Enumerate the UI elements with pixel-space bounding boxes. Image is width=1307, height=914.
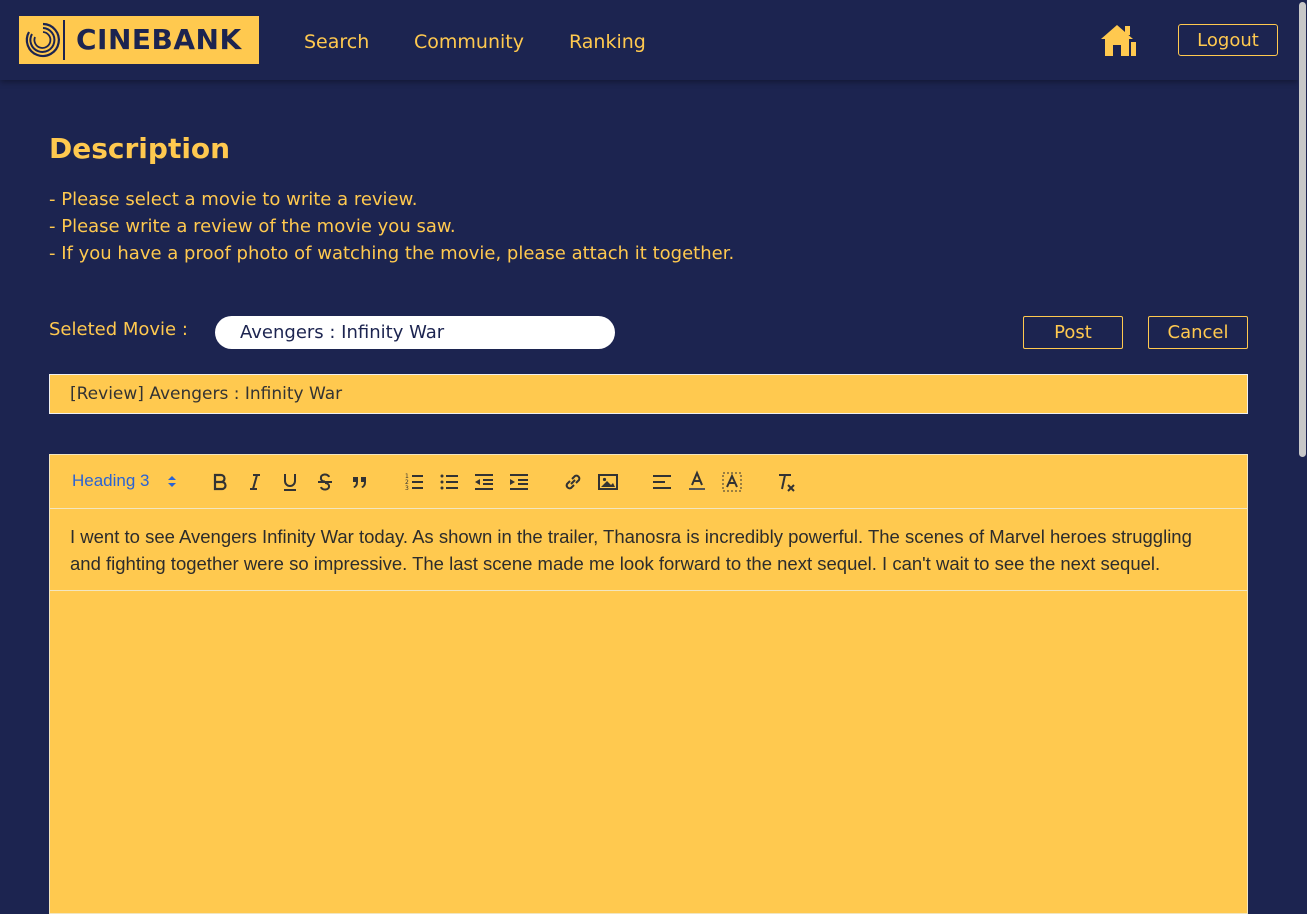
- bullet-list-icon[interactable]: [437, 470, 461, 494]
- logo-swirl-icon: [23, 20, 65, 60]
- select-arrows-icon: [168, 476, 176, 487]
- description-line: - Please write a review of the movie you…: [49, 216, 456, 237]
- text-color-icon[interactable]: [685, 470, 709, 494]
- post-button[interactable]: Post: [1023, 316, 1123, 349]
- logo-text: CINEBANK: [76, 23, 242, 56]
- ordered-list-icon[interactable]: 1 2 3: [402, 470, 426, 494]
- logout-button[interactable]: Logout: [1178, 24, 1278, 56]
- rich-text-editor: Heading 3 1 2 3 I went to see Avengers I…: [49, 454, 1248, 914]
- bold-icon[interactable]: [208, 470, 232, 494]
- clear-format-icon[interactable]: [774, 470, 798, 494]
- image-icon[interactable]: [596, 470, 620, 494]
- cinebank-logo[interactable]: CINEBANK: [19, 16, 259, 64]
- selected-movie-label: Seleted Movie :: [49, 319, 188, 340]
- description-line: - Please select a movie to write a revie…: [49, 189, 418, 210]
- outdent-icon[interactable]: [472, 470, 496, 494]
- home-icon[interactable]: [1099, 22, 1137, 58]
- italic-icon[interactable]: [243, 470, 267, 494]
- nav-link-search[interactable]: Search: [304, 31, 369, 53]
- heading-select[interactable]: Heading 3: [72, 471, 176, 491]
- underline-icon[interactable]: [278, 470, 302, 494]
- heading-select-value: Heading 3: [72, 471, 150, 490]
- cancel-button[interactable]: Cancel: [1148, 316, 1248, 349]
- nav-link-ranking[interactable]: Ranking: [569, 31, 646, 53]
- editor-content[interactable]: I went to see Avengers Infinity War toda…: [50, 509, 1247, 591]
- review-title-input[interactable]: [49, 374, 1248, 414]
- nav-link-community[interactable]: Community: [414, 31, 524, 53]
- description-line: - If you have a proof photo of watching …: [49, 243, 735, 264]
- top-navbar: CINEBANK Search Community Ranking Logout: [0, 0, 1298, 80]
- description-title: Description: [49, 132, 231, 165]
- selected-movie-input[interactable]: [215, 316, 615, 349]
- editor-toolbar: Heading 3 1 2 3: [50, 455, 1247, 509]
- link-icon[interactable]: [561, 470, 585, 494]
- svg-text:3: 3: [405, 485, 409, 492]
- strikethrough-icon[interactable]: [313, 470, 337, 494]
- scrollbar-thumb[interactable]: [1299, 2, 1306, 457]
- blockquote-icon[interactable]: [348, 470, 372, 494]
- align-left-icon[interactable]: [650, 470, 674, 494]
- background-color-icon[interactable]: [720, 470, 744, 494]
- indent-icon[interactable]: [507, 470, 531, 494]
